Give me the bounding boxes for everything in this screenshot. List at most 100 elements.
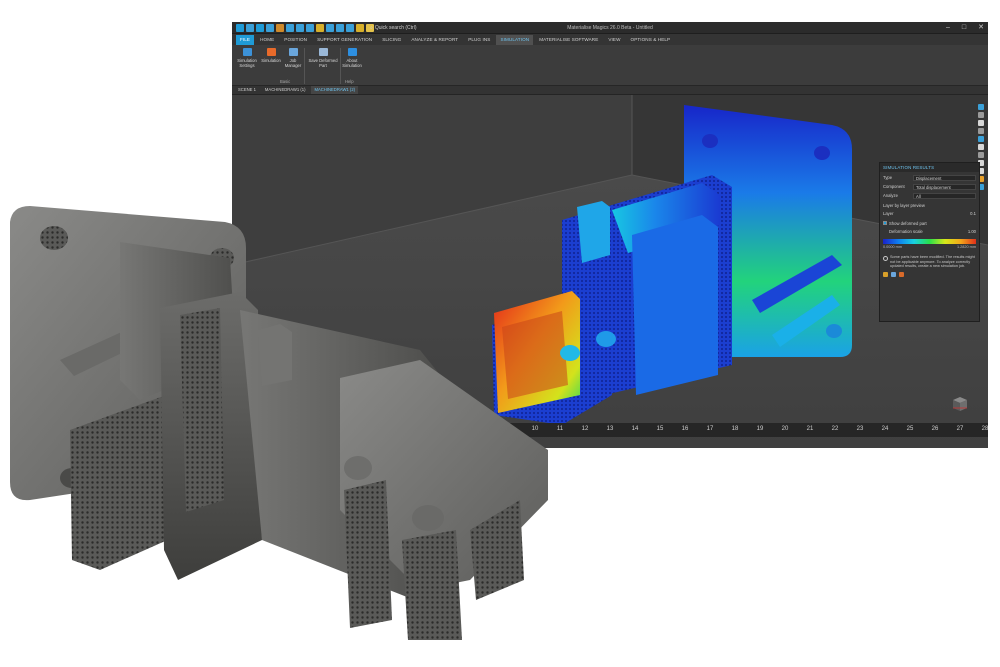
analyze-select[interactable]: All: [913, 192, 976, 199]
gear-icon: [242, 48, 252, 56]
window-title: Materialise Magics 26.0 Beta - Untitled: [567, 25, 653, 31]
boss-cylinder: [412, 505, 444, 531]
scene-tabs: SCENE 1 MACHINEDRAW1 (1) MACHINEDRAW1 (2…: [232, 86, 988, 95]
ruler-tick-label: 25: [906, 426, 914, 432]
layer-label: Layer: [883, 211, 894, 216]
maximize-button[interactable]: □: [962, 22, 966, 34]
layer-preview-toggle[interactable]: Layer by layer preview: [880, 202, 979, 208]
ruler-tick-label: 13: [606, 426, 614, 432]
ruler-tick-label: 23: [856, 426, 864, 432]
toolbar-icon[interactable]: [978, 120, 984, 126]
ruler-tick-label: 14: [631, 426, 639, 432]
front-lattice-post: [344, 480, 392, 628]
menu-tab-slicing[interactable]: SLICING: [378, 35, 405, 45]
simulation-results-panel: SIMULATION RESULTS Type Displacement Com…: [879, 162, 980, 322]
menu-bar: FILE HOME POSITION SUPPORT GENERATION SLICIN…: [232, 34, 988, 45]
title-bar: ⌕ Quick search (Ctrl) Materialise Magics…: [232, 22, 988, 34]
close-button[interactable]: ✕: [978, 22, 984, 34]
ruler-tick-label: 27: [956, 426, 964, 432]
job-manager-icon: [288, 48, 298, 56]
analyze-label: Analyze: [883, 193, 898, 198]
save-deformed-part-button[interactable]: Save Deformed Part: [307, 48, 339, 68]
ruler-tick-label: 18: [731, 426, 739, 432]
toolbar-icon[interactable]: [978, 144, 984, 150]
ruler-tick-label: 22: [831, 426, 839, 432]
ruler-tick-label: 21: [806, 426, 814, 432]
component-label: Component: [883, 184, 905, 189]
menu-tab-position[interactable]: POSITION: [280, 35, 311, 45]
job-manager-button[interactable]: Job Manager: [284, 48, 302, 68]
tab-machinedraw-2[interactable]: MACHINEDRAW1 (2): [311, 86, 359, 94]
ruler-tick-label: 24: [881, 426, 889, 432]
checkbox-checked-icon: [883, 221, 887, 225]
boss-cylinder: [344, 456, 372, 480]
simulation-icon: [266, 48, 276, 56]
ruler-tick-label: 26: [931, 426, 939, 432]
menu-tab-view[interactable]: VIEW: [604, 35, 624, 45]
toolbar-icon[interactable]: [978, 128, 984, 134]
simulation-settings-label: Simulation Settings: [237, 58, 257, 68]
mounting-hole: [702, 134, 718, 148]
ruler-tick-label: 17: [706, 426, 714, 432]
mounting-hole: [814, 146, 830, 160]
legend-min: 0.0000 mm: [883, 245, 902, 249]
toolbar-icon[interactable]: [978, 136, 984, 142]
menu-tab-plug-ins[interactable]: PLUG INS: [464, 35, 494, 45]
front-lattice-post: [402, 530, 462, 640]
export-icon[interactable]: [883, 271, 888, 277]
simulation-settings-button[interactable]: Simulation Settings: [235, 48, 259, 68]
menu-tab-home[interactable]: HOME: [256, 35, 278, 45]
settings-icon[interactable]: [899, 271, 904, 277]
tab-scene-1[interactable]: SCENE 1: [235, 86, 259, 94]
minimize-button[interactable]: –: [946, 22, 950, 34]
ribbon-group-basic: Basic: [280, 79, 291, 84]
menu-tab-support-generation[interactable]: SUPPORT GENERATION: [313, 35, 376, 45]
side-wall: [632, 215, 718, 395]
results-warning: Some parts have been modified. The resul…: [883, 255, 976, 269]
job-manager-label: Job Manager: [284, 58, 302, 68]
menu-tab-simulation[interactable]: SIMULATION: [496, 34, 534, 45]
ruler-tick-label: 20: [781, 426, 789, 432]
legend-max: 1.2820 mm: [957, 245, 976, 249]
type-select[interactable]: Displacement: [913, 174, 976, 181]
component-select[interactable]: Total displacement: [913, 183, 976, 190]
type-row: Type Displacement: [880, 174, 979, 181]
tab-machinedraw-1[interactable]: MACHINEDRAW1 (1): [262, 86, 309, 94]
about-simulation-label: About Simulation: [342, 58, 362, 68]
ruler-tick-label: 28: [981, 426, 988, 432]
mounting-hole: [826, 324, 842, 338]
layer-preview-label: Layer by layer preview: [883, 202, 925, 208]
toolbar-icon[interactable]: [978, 104, 984, 110]
menu-tab-materialise-software[interactable]: MATERIALISE SOFTWARE: [535, 35, 602, 45]
show-deformed-label: Show deformed part: [889, 220, 927, 226]
ruler-tick-label: 16: [681, 426, 689, 432]
layer-value[interactable]: 0.1: [913, 211, 976, 216]
ruler-tick-label: 12: [581, 426, 589, 432]
show-deformed-checkbox[interactable]: Show deformed part: [880, 220, 979, 226]
tower-block: [258, 324, 292, 386]
analyze-row: Analyze All: [880, 192, 979, 199]
boss-cylinder: [560, 345, 580, 361]
toolbar-icon[interactable]: [978, 152, 984, 158]
boss-cylinder: [596, 331, 616, 347]
about-simulation-button[interactable]: About Simulation: [341, 48, 363, 68]
legend-labels: 0.0000 mm 1.2820 mm: [880, 244, 979, 249]
deformation-scale-row: Deformation scale 1.00: [880, 228, 979, 235]
report-icon[interactable]: [891, 271, 896, 277]
menu-tab-options-help[interactable]: OPTIONS & HELP: [627, 35, 675, 45]
printed-part-photo: [10, 206, 548, 640]
tower: [577, 201, 610, 263]
save-deformed-part-label: Save Deformed Part: [308, 58, 338, 68]
simulation-button[interactable]: Simulation: [260, 48, 282, 63]
panel-title: SIMULATION RESULTS: [880, 163, 979, 172]
plate-hole: [40, 226, 68, 250]
component-row: Component Total displacement: [880, 183, 979, 190]
menu-tab-file[interactable]: FILE: [236, 34, 255, 45]
view-cube[interactable]: [950, 394, 970, 412]
toolbar-icon[interactable]: [978, 112, 984, 118]
side-lattice: [180, 308, 224, 512]
menu-tab-analyze-report[interactable]: ANALYZE & REPORT: [407, 35, 462, 45]
deformation-scale-value[interactable]: 1.00: [956, 229, 976, 234]
warning-text: Some parts have been modified. The resul…: [890, 255, 975, 269]
window-controls: – □ ✕: [946, 22, 984, 34]
